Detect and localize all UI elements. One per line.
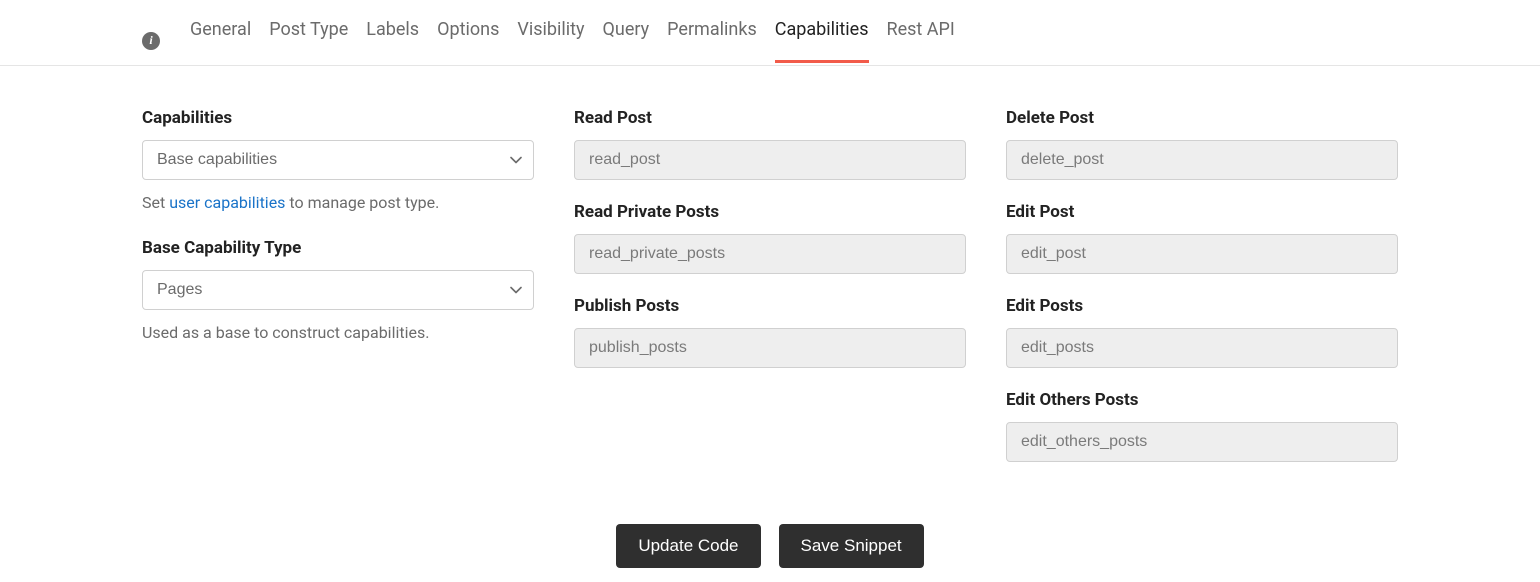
edit-posts-input[interactable] — [1006, 328, 1398, 368]
save-snippet-button[interactable]: Save Snippet — [779, 524, 924, 568]
tab-permalinks[interactable]: Permalinks — [667, 19, 757, 62]
tab-visibility[interactable]: Visibility — [517, 19, 584, 62]
publish-posts-input[interactable] — [574, 328, 966, 368]
info-icon[interactable]: i — [142, 32, 160, 50]
edit-posts-label: Edit Posts — [1006, 296, 1398, 316]
read-post-label: Read Post — [574, 108, 966, 128]
publish-posts-label: Publish Posts — [574, 296, 966, 316]
read-post-input[interactable] — [574, 140, 966, 180]
tab-rest-api[interactable]: Rest API — [887, 19, 955, 62]
user-capabilities-link[interactable]: user capabilities — [169, 193, 285, 212]
delete-post-label: Delete Post — [1006, 108, 1398, 128]
tab-labels[interactable]: Labels — [366, 19, 419, 62]
capabilities-help: Set user capabilities to manage post typ… — [142, 192, 534, 214]
tab-post-type[interactable]: Post Type — [269, 19, 348, 62]
edit-post-input[interactable] — [1006, 234, 1398, 274]
base-capability-type-help: Used as a base to construct capabilities… — [142, 322, 534, 344]
tab-options[interactable]: Options — [437, 19, 499, 62]
edit-others-posts-label: Edit Others Posts — [1006, 390, 1398, 410]
update-code-button[interactable]: Update Code — [616, 524, 760, 568]
read-private-posts-input[interactable] — [574, 234, 966, 274]
edit-others-posts-input[interactable] — [1006, 422, 1398, 462]
capabilities-select[interactable] — [142, 140, 534, 180]
column-read-publish: Read Post Read Private Posts Publish Pos… — [574, 108, 966, 484]
edit-post-label: Edit Post — [1006, 202, 1398, 222]
read-private-posts-label: Read Private Posts — [574, 202, 966, 222]
tab-capabilities[interactable]: Capabilities — [775, 19, 869, 62]
tab-query[interactable]: Query — [603, 19, 650, 62]
column-settings: Capabilities Set user capabilities to ma… — [142, 108, 534, 484]
tab-general[interactable]: General — [190, 19, 251, 62]
base-capability-type-label: Base Capability Type — [142, 238, 534, 258]
delete-post-input[interactable] — [1006, 140, 1398, 180]
capabilities-label: Capabilities — [142, 108, 534, 128]
base-capability-type-select[interactable] — [142, 270, 534, 310]
column-edit-delete: Delete Post Edit Post Edit Posts Edit Ot… — [1006, 108, 1398, 484]
